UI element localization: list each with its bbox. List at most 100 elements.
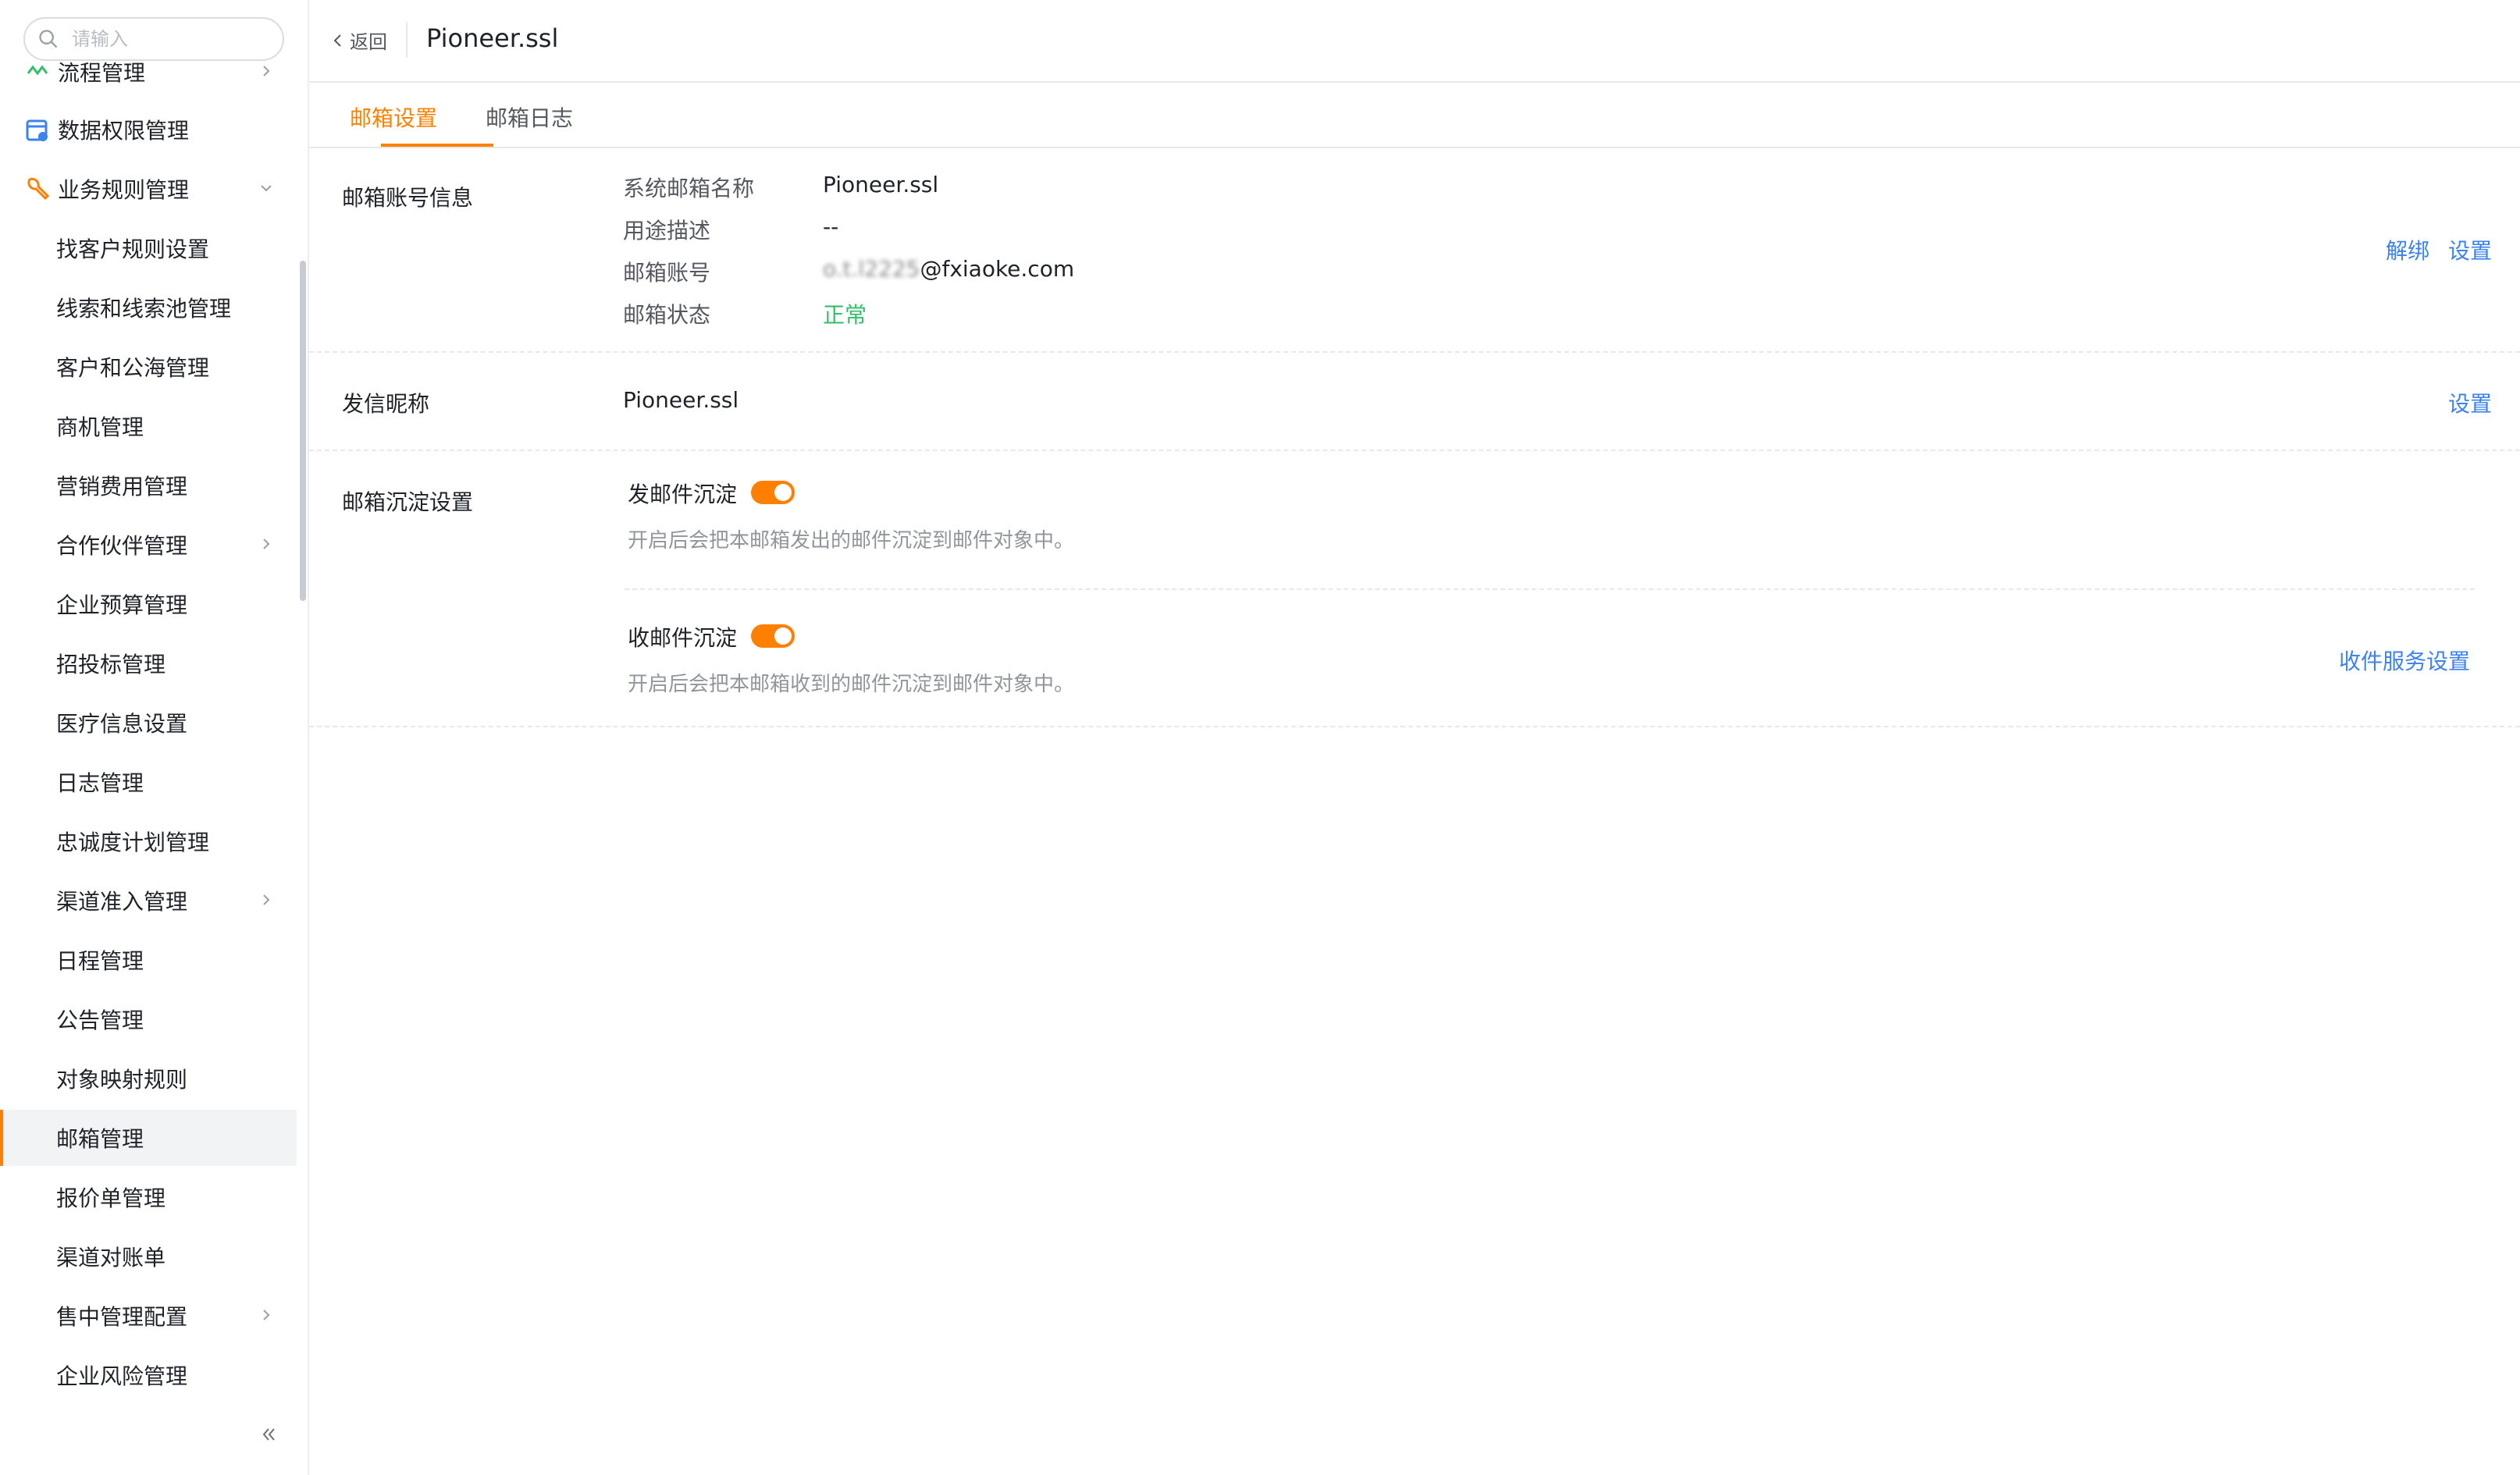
account-domain: @fxiaoke.com [920,256,1075,282]
back-button[interactable]: 返回 [331,27,387,54]
search-input[interactable] [70,27,276,51]
receive-archive-hint: 开启后会把本邮箱收到的邮件沉淀到邮件对象中。 [628,673,1075,696]
sidebar-item-loyalty[interactable]: 忠诚度计划管理 [0,813,297,869]
sidebar-item-channel-access[interactable]: 渠道准入管理 [0,873,297,929]
tab-mailbox-settings[interactable]: 邮箱设置 [350,101,437,133]
collapse-sidebar-icon[interactable] [258,1423,279,1445]
mailbox-status: 正常 [823,302,867,328]
search-icon [39,30,58,48]
active-tab-indicator [381,144,493,147]
sidebar-item-label: 渠道对账单 [56,1245,166,1271]
sidebar-item-data-permission[interactable]: 数据权限管理 [0,101,297,158]
sidebar-scrollbar[interactable] [300,261,306,601]
sidebar-item-opportunities[interactable]: 商机管理 [0,398,297,454]
sender-nickname-section: 发信昵称 Pioneer.ssl 设置 [309,353,2520,451]
sidebar-item-label: 对象映射规则 [56,1067,188,1093]
chevron-left-icon [333,34,341,47]
sidebar-item-label: 医疗信息设置 [56,711,188,737]
sidebar-item-announcements[interactable]: 公告管理 [0,991,297,1047]
sidebar-item-quotes[interactable]: 报价单管理 [0,1169,297,1225]
sidebar-item-label: 企业预算管理 [56,592,188,618]
main-content: 返回 Pioneer.ssl 邮箱设置 邮箱日志 邮箱账号信息 系统邮箱名称 P… [309,0,2520,1475]
chevron-right-icon [263,538,270,549]
sidebar-item-label: 业务规则管理 [58,177,190,203]
wrench-icon [23,175,52,203]
sidebar-item-label: 合作伙伴管理 [56,533,188,559]
mailbox-account: o.t.l2225@fxiaoke.com [823,256,1074,282]
sidebar-item-logs[interactable]: 日志管理 [0,754,297,810]
unbind-link[interactable]: 解绑 [2386,234,2429,265]
field-label: 邮箱状态 [623,302,711,328]
send-archive-toggle[interactable] [751,481,795,504]
divider [625,588,2475,590]
flow-icon [23,62,52,86]
section-title: 邮箱账号信息 [342,185,474,211]
sidebar-item-find-customer-rules[interactable]: 找客户规则设置 [0,220,297,276]
sidebar-menu: 流程管理 数据权限管理 业务规则管理 找客户规则设置 线索和线索池管理 客户和公… [0,62,300,1389]
section-title: 发信昵称 [342,391,430,417]
account-info-section: 邮箱账号信息 系统邮箱名称 Pioneer.ssl 用途描述 -- 邮箱账号 o… [309,148,2520,353]
nickname-settings-link[interactable]: 设置 [2448,387,2492,418]
receive-archive-label: 收邮件沉淀 [628,625,738,651]
sidebar-item-bidding[interactable]: 招投标管理 [0,635,297,691]
sidebar-item-budget[interactable]: 企业预算管理 [0,576,297,632]
sidebar-item-label: 商机管理 [56,414,144,440]
sidebar-item-business-rules[interactable]: 业务规则管理 [0,161,297,217]
system-mailbox-name: Pioneer.ssl [823,172,939,197]
sidebar-item-label: 忠诚度计划管理 [56,830,210,855]
header-divider [406,22,408,58]
tab-bar: 邮箱设置 邮箱日志 [309,83,2520,148]
sidebar-item-in-sale-config[interactable]: 售中管理配置 [0,1288,297,1344]
field-label: 邮箱账号 [623,260,711,286]
sidebar: 流程管理 数据权限管理 业务规则管理 找客户规则设置 [0,0,309,1475]
page-header: 返回 Pioneer.ssl [309,0,2520,83]
calendar-lock-icon [23,116,52,144]
sender-nickname: Pioneer.ssl [623,387,739,413]
sidebar-item-label: 营销费用管理 [56,474,188,499]
sidebar-item-medical-info[interactable]: 医疗信息设置 [0,695,297,751]
tab-mailbox-logs[interactable]: 邮箱日志 [486,101,573,133]
sidebar-item-label: 流程管理 [58,62,146,86]
receive-archive-toggle[interactable] [751,624,795,648]
field-label: 系统邮箱名称 [623,176,755,201]
sidebar-item-process[interactable]: 流程管理 [0,62,297,100]
sidebar-item-object-mapping[interactable]: 对象映射规则 [0,1050,297,1107]
account-settings-link[interactable]: 设置 [2448,234,2492,265]
send-archive-hint: 开启后会把本邮箱发出的邮件沉淀到邮件对象中。 [628,529,1075,553]
chevron-down-icon [261,185,272,192]
sidebar-item-label: 日志管理 [56,770,144,796]
sidebar-item-customers[interactable]: 客户和公海管理 [0,339,297,395]
sidebar-item-label: 找客户规则设置 [56,236,210,262]
masked-account: o.t.l2225 [823,256,920,282]
sidebar-item-risk[interactable]: 企业风险管理 [0,1347,297,1389]
search-box[interactable] [23,17,284,61]
usage-description: -- [823,214,839,240]
send-archive-label: 发邮件沉淀 [628,482,738,507]
sidebar-item-partners[interactable]: 合作伙伴管理 [0,517,297,573]
sidebar-item-mailbox[interactable]: 邮箱管理 [0,1110,297,1166]
field-label: 用途描述 [623,218,711,243]
sidebar-item-label: 客户和公海管理 [56,355,210,381]
sidebar-item-channel-statement[interactable]: 渠道对账单 [0,1228,297,1285]
chevron-right-icon [263,66,270,76]
sidebar-item-label: 公告管理 [56,1008,144,1033]
sidebar-item-label: 报价单管理 [56,1185,166,1211]
sidebar-item-leads[interactable]: 线索和线索池管理 [0,279,297,336]
sidebar-item-schedule[interactable]: 日程管理 [0,932,297,988]
sidebar-item-label: 邮箱管理 [56,1126,144,1152]
sidebar-item-label: 日程管理 [56,948,144,974]
sidebar-item-label: 企业风险管理 [56,1363,188,1389]
archive-settings-section: 邮箱沉淀设置 发邮件沉淀 开启后会把本邮箱发出的邮件沉淀到邮件对象中。 收邮件沉… [309,451,2520,727]
section-title: 邮箱沉淀设置 [342,489,474,515]
sidebar-item-label: 数据权限管理 [58,118,190,144]
sidebar-item-label: 渠道准入管理 [56,889,188,915]
chevron-right-icon [263,894,270,905]
receive-service-settings-link[interactable]: 收件服务设置 [2339,645,2470,676]
page-title: Pioneer.ssl [426,23,559,53]
back-label: 返回 [350,31,387,53]
sidebar-item-label: 售中管理配置 [56,1304,188,1330]
sidebar-item-label: 招投标管理 [56,652,166,677]
chevron-right-icon [263,1310,270,1320]
sidebar-item-label: 线索和线索池管理 [56,296,232,322]
sidebar-item-marketing-cost[interactable]: 营销费用管理 [0,457,297,514]
